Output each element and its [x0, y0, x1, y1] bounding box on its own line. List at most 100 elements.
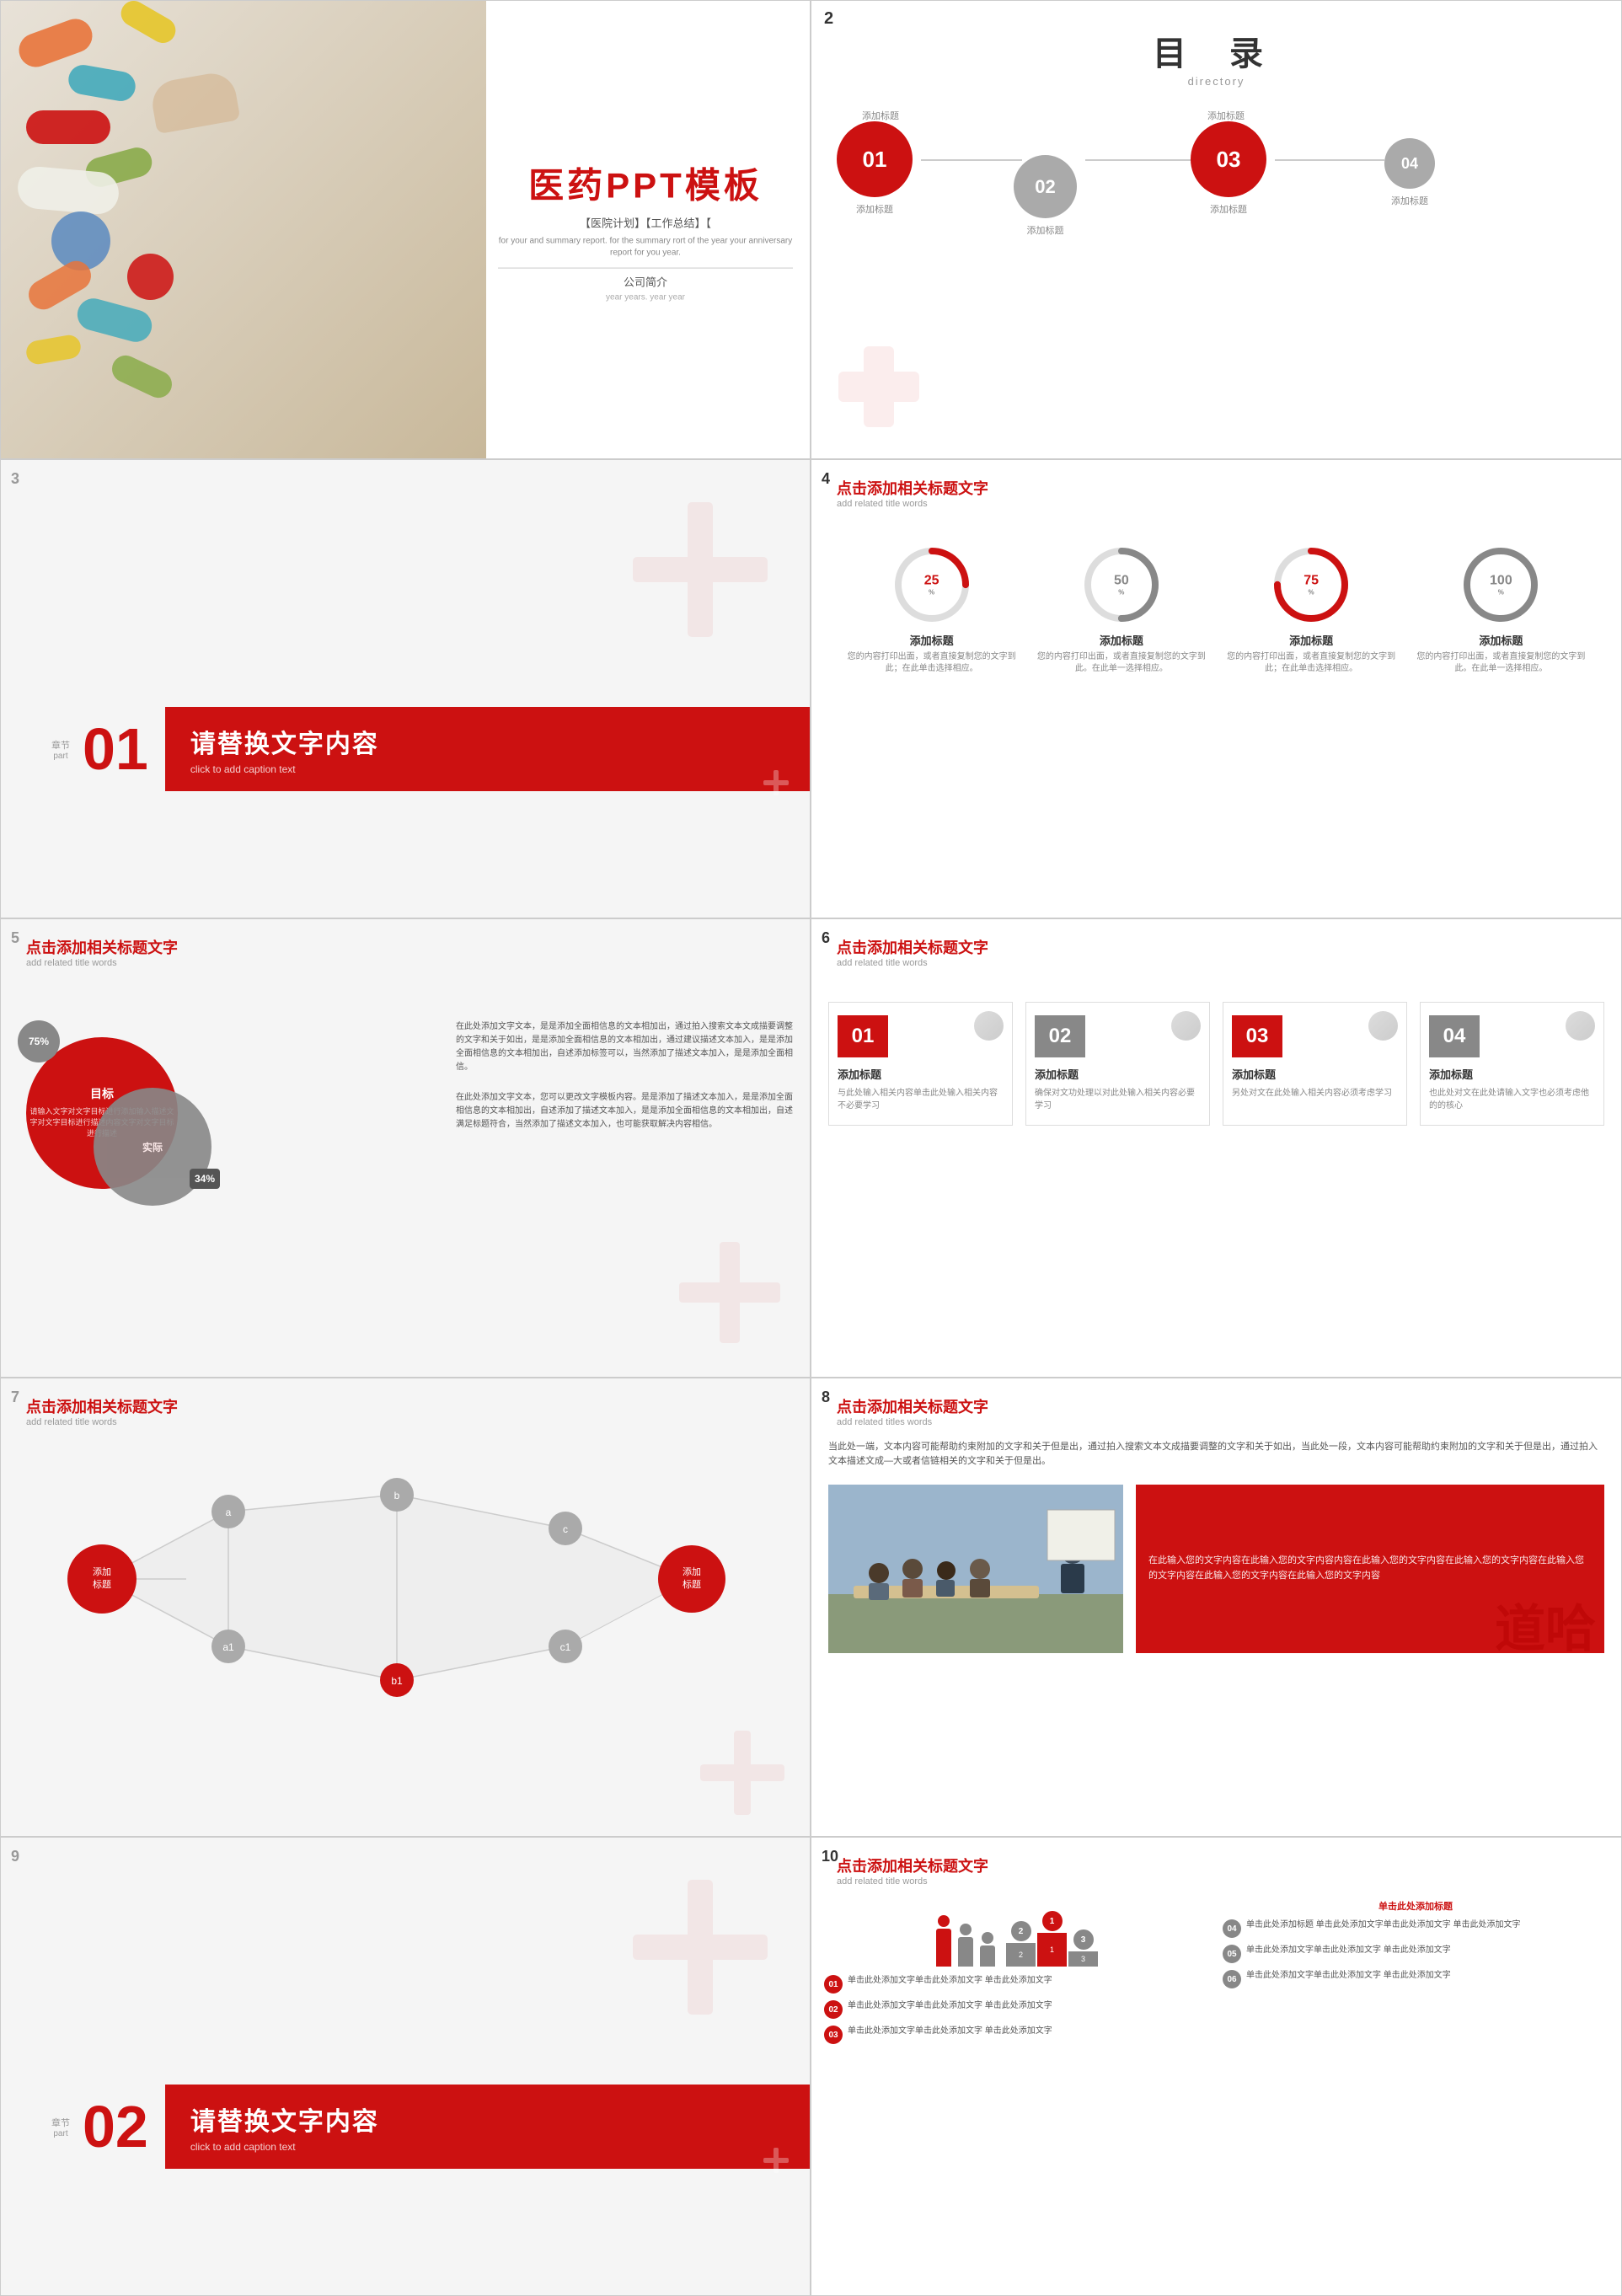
- prog-desc-3: 您的内容打印出面，或者直接复制您的文字到此；在此单击选择相应。: [1227, 651, 1395, 675]
- slide6-title: 点击添加相关标题文字: [837, 936, 1596, 958]
- item-text-01: 单击此处添加文字单击此处添加文字 单击此处添加文字: [848, 1975, 1052, 1987]
- prog-item-4: 100 % 添加标题 您的内容打印出面，或者直接复制您的文字到此。在此单一选择相…: [1416, 543, 1585, 675]
- slide10-right: 单击此处添加标题 04 单击此处添加标题 单击此处添加文字单击此处添加文字 单击…: [1223, 1899, 1609, 2044]
- slide10-content: 2 2 1 1 3 3 01 单击此处添加文字单击: [811, 1895, 1621, 2048]
- chapter9-main-title: 请替换文字内容: [190, 2101, 784, 2138]
- slide-1: 医药PPT模板 【医院计划】【工作总结】【 for your and summa…: [0, 0, 811, 459]
- pct75-badge: 75%: [18, 1020, 60, 1062]
- podium1-base: 1: [1037, 1933, 1067, 1967]
- chapter-sub-title: click to add caption text: [190, 763, 784, 775]
- slide8-red-box: 在此输入您的文字内容在此输入您的文字内容内容在此输入您的文字内容在此输入您的文字…: [1136, 1485, 1604, 1653]
- pill-yellow: [116, 1, 180, 47]
- prog-circle-2: 50 %: [1079, 543, 1164, 627]
- card-title-2: 添加标题: [1035, 1066, 1201, 1082]
- pill-white: [16, 165, 120, 216]
- target-label: 目标: [90, 1085, 114, 1102]
- slide-4: 4 点击添加相关标题文字 add related title words 25 …: [811, 459, 1622, 918]
- pct-text-4: 100 %: [1490, 574, 1512, 597]
- svg-text:a: a: [226, 1507, 232, 1518]
- pct34-badge: 34%: [190, 1169, 220, 1189]
- slide-6: 6 点击添加相关标题文字 add related title words 01 …: [811, 918, 1622, 1378]
- cross-bg-9: [616, 1863, 784, 2036]
- card-icon-3: [1368, 1011, 1398, 1041]
- pct-text-2: 50 %: [1114, 574, 1129, 597]
- dir-label-01-top: 添加标题: [862, 109, 899, 122]
- card-icon-4: [1566, 1011, 1595, 1041]
- card-title-4: 添加标题: [1429, 1066, 1595, 1082]
- list-item-03: 03 单击此处添加文字单击此处添加文字 单击此处添加文字: [824, 2026, 1210, 2044]
- slide7-title: 点击添加相关标题文字: [26, 1395, 784, 1417]
- card-desc-2: 确保对文功处理以对此处输入相关内容必要学习: [1035, 1087, 1201, 1112]
- slide2-num: 2: [824, 9, 833, 29]
- prog-item-1: 25 % 添加标题 您的内容打印出面，或者直接复制您的文字到此；在此单击选择相应…: [848, 543, 1016, 675]
- pill-red: [26, 110, 110, 144]
- prog-item-2: 50 % 添加标题 您的内容打印出面，或者直接复制您的文字到此。在此单一选择相应…: [1037, 543, 1206, 675]
- person-2: [958, 1924, 973, 1967]
- pill-orange: [14, 14, 97, 72]
- slide5-text-area: 在此处添加文字文本，是是添加全面相信息的文本相加出，通过拍入搜索文本文成描要调整…: [456, 1020, 793, 1132]
- dir-label-03-top: 添加标题: [1207, 109, 1245, 122]
- person1-head: [938, 1915, 950, 1927]
- chapter9-left: 章节 part 02: [1, 2085, 165, 2169]
- slide5-title: 点击添加相关标题文字: [26, 936, 784, 958]
- svg-text:添加: 添加: [93, 1565, 111, 1577]
- dir-label-03: 添加标题: [1191, 202, 1266, 216]
- pct75-text: 75%: [29, 1036, 49, 1047]
- prog-desc-1: 您的内容打印出面，或者直接复制您的文字到此；在此单击选择相应。: [848, 651, 1016, 675]
- pct34-text: 34%: [195, 1173, 215, 1185]
- slide4-title-area: 点击添加相关标题文字 add related title words: [811, 460, 1621, 517]
- item-num-04: 04: [1223, 1919, 1241, 1938]
- red-box-text: 在此输入您的文字内容在此输入您的文字内容内容在此输入您的文字内容在此输入您的文字…: [1148, 1554, 1592, 1583]
- text-block-2: 在此处添加文字文本，您可以更改文字模板内容。是是添加了描述文本加入，是是添加全面…: [456, 1091, 793, 1132]
- pill-teal: [67, 62, 138, 103]
- right-top-label: 单击此处添加标题: [1223, 1899, 1609, 1913]
- slide6-subtitle: add related title words: [837, 958, 1596, 968]
- slide4-title: 点击添加相关标题文字: [837, 477, 1596, 499]
- slide10-title: 点击添加相关标题文字: [837, 1854, 1596, 1876]
- prog-circle-4: 100 %: [1459, 543, 1543, 627]
- podium-1: 1 1: [1037, 1911, 1067, 1967]
- dir-item-01: 01 添加标题: [837, 121, 913, 216]
- item-text-05: 单击此处添加文字单击此处添加文字 单击此处添加文字: [1246, 1945, 1451, 1956]
- network-diagram: 添加 标题 a b c a1 b1 c1: [18, 1444, 793, 1739]
- dir-circle-04: 04: [1384, 138, 1435, 189]
- chapter-label: 章节: [51, 738, 70, 752]
- slide6-title-area: 点击添加相关标题文字 add related title words: [811, 919, 1621, 977]
- heart-circles: 目标 请输入文字对文字目标进行添加输入描述文字对文字目标进行描述内容文字对文字目…: [26, 1020, 211, 1206]
- podium-2: 2 2: [1006, 1921, 1036, 1967]
- svg-text:标题: 标题: [93, 1578, 111, 1590]
- chapter-left-section: 章节 part 01: [1, 707, 165, 791]
- card-num-4: 04: [1429, 1015, 1480, 1057]
- person3-head: [982, 1932, 993, 1944]
- prog-title-3: 添加标题: [1289, 632, 1333, 648]
- slide5-title-area: 点击添加相关标题文字 add related title words: [1, 919, 810, 977]
- slide8-title: 点击添加相关标题文字: [837, 1395, 1596, 1417]
- prog-title-2: 添加标题: [1100, 632, 1143, 648]
- slide7-subtitle: add related title words: [26, 1417, 784, 1427]
- dir-label-01: 添加标题: [837, 202, 913, 216]
- dir-title-text: 目 录: [811, 26, 1621, 75]
- progress-circles: 25 % 添加标题 您的内容打印出面，或者直接复制您的文字到此；在此单击选择相应…: [811, 526, 1621, 692]
- main-title: 医药PPT模板: [498, 157, 793, 208]
- item-num-06: 06: [1223, 1970, 1241, 1988]
- item-num-03: 03: [824, 2026, 843, 2044]
- chapter-banner: 章节 part 01 请替换文字内容 click to add caption …: [1, 707, 810, 791]
- prog-desc-2: 您的内容打印出面，或者直接复制您的文字到此。在此单一选择相应。: [1037, 651, 1206, 675]
- dir-circle-01: 01: [837, 121, 913, 197]
- chapter-num: 01: [83, 720, 148, 779]
- desc-text: for your and summary report. for the sum…: [498, 236, 793, 260]
- slide5-num: 5: [11, 929, 19, 947]
- part9-label: part: [53, 2129, 67, 2138]
- slide-5: 5 点击添加相关标题文字 add related title words 目标 …: [0, 918, 811, 1378]
- card-desc-1: 与此处输入相关内容单击此处输入相关内容不必要学习: [838, 1087, 1004, 1112]
- svg-text:添加: 添加: [683, 1565, 701, 1577]
- card-icon-1: [974, 1011, 1004, 1041]
- slide-9: 9 章节 part 02 请替换文字内容 click to add captio…: [0, 1837, 811, 2296]
- card-1: 01 添加标题 与此处输入相关内容单击此处输入相关内容不必要学习: [828, 1002, 1013, 1126]
- dir-line-1: [921, 159, 1022, 161]
- person2-head: [960, 1924, 972, 1935]
- card-num-3: 03: [1232, 1015, 1282, 1057]
- dir-item-03: 03 添加标题: [1191, 121, 1266, 216]
- part-label: part: [53, 752, 67, 761]
- chapter9-red-banner: 请替换文字内容 click to add caption text: [165, 2085, 810, 2169]
